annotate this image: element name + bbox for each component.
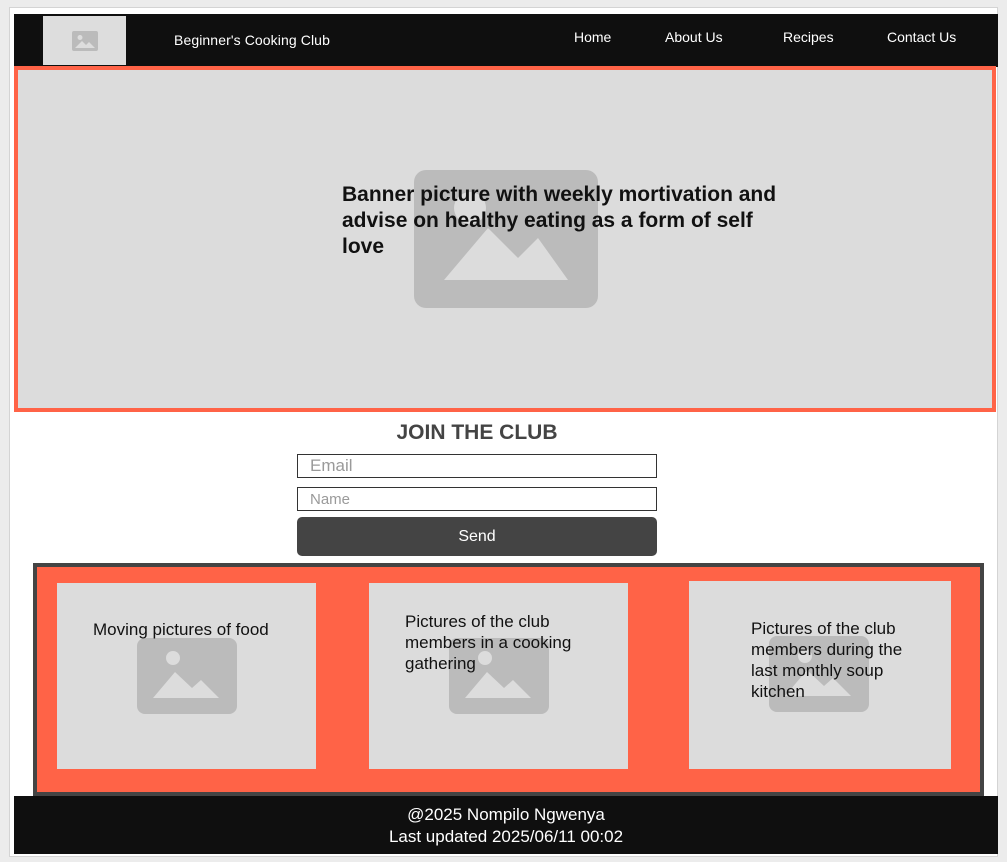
join-title: JOIN THE CLUB [396, 421, 558, 444]
site-footer: @2025 Nompilo Ngwenya Last updated 2025/… [14, 796, 998, 854]
gallery-card-food: Moving pictures of food [57, 583, 316, 769]
email-input[interactable] [297, 454, 657, 478]
nav-about-us[interactable]: About Us [665, 29, 723, 45]
nav-recipes[interactable]: Recipes [783, 29, 834, 45]
gallery: Moving pictures of food Pictures of the … [33, 563, 984, 796]
gallery-card-text: Pictures of the club members in a cookin… [405, 612, 572, 673]
gallery-card-text: Moving pictures of food [93, 620, 269, 639]
nav-home[interactable]: Home [574, 29, 611, 45]
banner-text: Banner picture with weekly mortivation a… [342, 183, 777, 258]
site-header: Beginner's Cooking Club Home About Us Re… [14, 14, 998, 67]
image-placeholder-icon [137, 638, 237, 714]
hero-banner: Banner picture with weekly mortivation a… [14, 66, 996, 412]
page-container: Beginner's Cooking Club Home About Us Re… [9, 7, 998, 857]
footer-last-updated: Last updated 2025/06/11 00:02 [388, 827, 624, 846]
name-input[interactable] [297, 487, 657, 511]
gallery-card-gathering: Pictures of the club members in a cookin… [369, 583, 628, 769]
gallery-card-text: Pictures of the club members during the … [751, 619, 903, 701]
gallery-card-soup-kitchen: Pictures of the club members during the … [689, 581, 951, 769]
nav-contact-us[interactable]: Contact Us [887, 29, 956, 45]
send-button[interactable]: Send [297, 517, 657, 556]
footer-copyright: @2025 Nompilo Ngwenya [407, 805, 605, 824]
main-nav: Home About Us Recipes Contact Us [14, 29, 998, 49]
